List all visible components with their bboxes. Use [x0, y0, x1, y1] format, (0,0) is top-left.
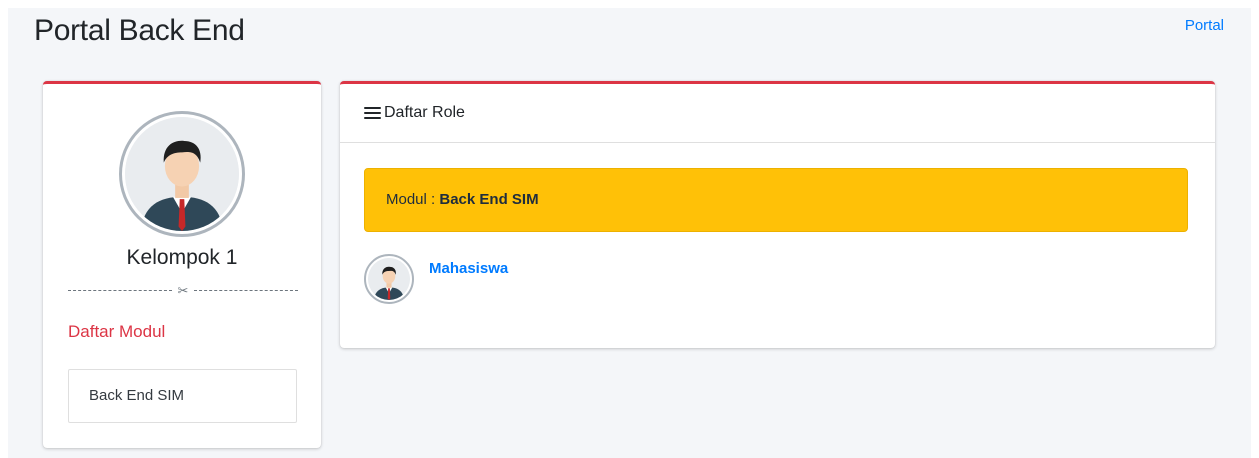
page: Portal Back End Portal Kelompok 1 ✂ Daft…: [8, 8, 1251, 458]
module-alert: Modul : Back End SIM: [364, 168, 1188, 232]
user-avatar-icon: [368, 258, 410, 300]
module-alert-name: Back End SIM: [439, 191, 539, 208]
portal-link[interactable]: Portal: [1185, 17, 1224, 34]
divider-line-right: [194, 290, 298, 291]
module-alert-label: Modul :: [386, 191, 436, 208]
profile-card: Kelompok 1 ✂ Daftar Modul Back End SIM: [43, 81, 321, 448]
scissors-icon: ✂: [177, 283, 189, 298]
divider: ✂: [68, 284, 298, 297]
profile-avatar: [119, 111, 245, 237]
user-avatar-icon: [125, 117, 239, 231]
role-avatar: [364, 254, 414, 304]
module-item-back-end-sim[interactable]: Back End SIM: [68, 369, 297, 423]
divider-line-left: [68, 290, 172, 291]
role-item: Mahasiswa: [364, 254, 508, 304]
bars-icon: [364, 106, 381, 120]
card-header: Daftar Role: [340, 84, 1215, 143]
profile-name: Kelompok 1: [126, 246, 238, 269]
role-list-card: Daftar Role Modul : Back End SIM Mahasis…: [340, 81, 1215, 348]
role-link-mahasiswa[interactable]: Mahasiswa: [429, 260, 508, 277]
card-title: Daftar Role: [384, 104, 465, 121]
modules-heading: Daftar Modul: [68, 322, 166, 341]
page-title: Portal Back End: [34, 14, 245, 47]
